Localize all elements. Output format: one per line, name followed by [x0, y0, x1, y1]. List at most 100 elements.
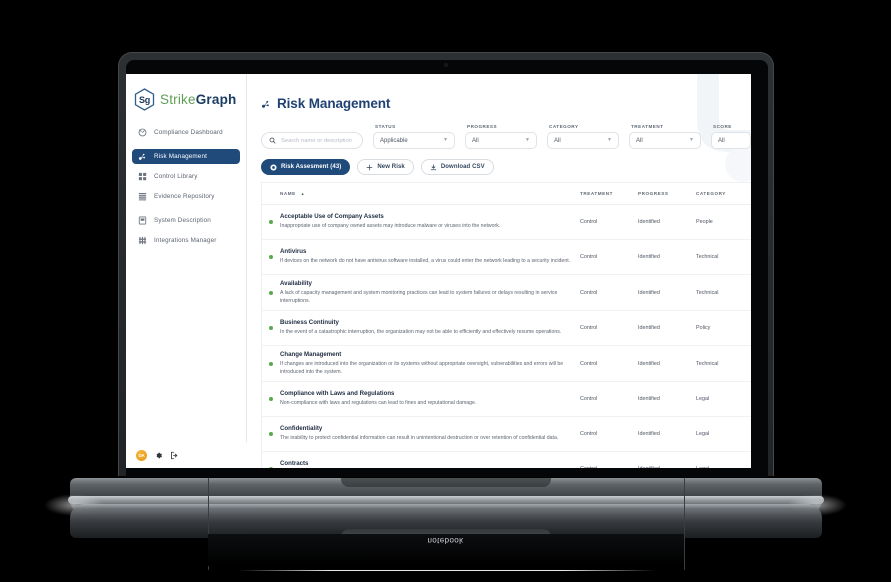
treatment-filter[interactable]: All ▼ [629, 132, 701, 149]
progress-cell: Identified [638, 219, 660, 225]
search-input[interactable]: Search name or description [261, 132, 363, 149]
status-cell [262, 326, 280, 331]
sidebar-item-integrations-manager[interactable]: Integrations Manager [132, 233, 240, 248]
name-cell: ContractsWithout a mechanism to centrali… [280, 460, 580, 468]
treatment-cell: Control [580, 254, 598, 260]
category-cell: Policy [696, 325, 711, 332]
treatment-cell: Control [580, 431, 598, 438]
treatment-column-header[interactable]: TREATMENT [580, 191, 638, 196]
column-label: NAME [280, 191, 296, 196]
screenshot-stage: Sg StrikeGraph Compliance Dashboard Risk… [0, 0, 891, 582]
risk-description: The inability to protect confidential in… [280, 435, 559, 442]
target-icon [270, 163, 277, 171]
name-cell: Availability A lack of capacity managemen… [280, 280, 580, 305]
risk-description: Non-compliance with laws and regulations… [280, 400, 477, 407]
sidebar-item-control-library[interactable]: Control Library [132, 169, 240, 184]
app-screen: Sg StrikeGraph Compliance Dashboard Risk… [126, 74, 751, 468]
filter-label: TREATMENT [631, 124, 664, 129]
status-dot-icon [269, 361, 273, 366]
filter-value: Applicable [380, 137, 408, 144]
risk-name: Confidentiality [280, 425, 323, 433]
avatar[interactable]: DA [136, 449, 147, 461]
filter-value: All [472, 137, 479, 144]
status-filter[interactable]: Applicable ▼ [373, 132, 455, 149]
risk-description: If changes are introduced into the organ… [280, 361, 564, 375]
category-column-header[interactable]: CATEGORY [696, 191, 751, 196]
status-dot-icon [269, 255, 273, 259]
category-cell: Technical [696, 289, 719, 296]
search-placeholder: Search name or description [281, 137, 352, 144]
status-dot-icon [269, 326, 273, 331]
page-title: Risk Management [247, 74, 751, 111]
brand-wordmark: StrikeGraph [160, 92, 236, 107]
status-dot-icon [269, 432, 273, 437]
score-filter[interactable]: All [711, 132, 751, 149]
filter-category: CATEGORY All ▼ [547, 124, 619, 149]
main-content: Risk Management Search name or descripti… [247, 74, 751, 468]
sidebar-nav: Compliance Dashboard Risk Management Con… [126, 125, 246, 248]
table-row[interactable]: ContractsWithout a mechanism to centrali… [262, 452, 751, 468]
search-icon [269, 137, 276, 144]
risk-name: Compliance with Laws and Regulations [280, 390, 395, 398]
status-dot-icon [269, 397, 273, 402]
action-buttons: Risk Assesment (43) New Risk Download CS… [247, 149, 751, 175]
status-cell [262, 220, 280, 224]
table-row[interactable]: Antivirus If devices on the network do no… [262, 240, 751, 275]
risk-name: Antivirus [280, 248, 307, 256]
table-row[interactable]: Business Continuity In the event of a cat… [262, 311, 751, 347]
laptop-base-edge [68, 496, 824, 504]
brand-name-strike: Strike [160, 92, 196, 107]
chevron-down-icon: ▼ [525, 137, 530, 143]
status-dot-icon [269, 220, 273, 224]
sidebar-group-main: Risk Management Control Library Evidence… [126, 149, 246, 204]
sidebar-label: Integrations Manager [154, 237, 217, 244]
name-column-header[interactable]: NAME ▲ [280, 191, 580, 196]
table-row[interactable]: Acceptable Use of Company Assets Inapprop… [262, 205, 751, 240]
filter-bar: Search name or description STATUS Applic… [247, 111, 751, 149]
table-row[interactable]: Compliance with Laws and Regulations Non-… [262, 382, 751, 418]
sidebar-label: Control Library [154, 173, 198, 180]
treatment-cell: Control [580, 289, 598, 296]
reflection-label: notebook [427, 536, 464, 545]
progress-cell: Identified [638, 254, 660, 260]
status-cell [262, 361, 280, 366]
progress-column-header[interactable]: PROGRESS [638, 191, 696, 196]
name-cell: Compliance with Laws and Regulations Non-… [280, 390, 580, 408]
download-icon [430, 163, 437, 170]
sidebar-item-compliance-dashboard[interactable]: Compliance Dashboard [132, 125, 240, 140]
page-title-text: Risk Management [277, 96, 391, 111]
sidebar-item-risk-management[interactable]: Risk Management [132, 149, 240, 164]
category-cell: Technical [696, 360, 719, 367]
filter-status: STATUS Applicable ▼ [373, 124, 455, 149]
table-row[interactable]: Confidentiality The inability to protect … [262, 417, 751, 453]
plus-icon [366, 164, 373, 170]
progress-cell: Identified [638, 431, 660, 438]
sidebar-item-evidence-repository[interactable]: Evidence Repository [132, 189, 240, 204]
progress-cell: Identified [638, 325, 660, 332]
sidebar-item-system-description[interactable]: System Description [132, 213, 240, 228]
sidebar-group-dashboard: Compliance Dashboard [126, 125, 246, 140]
filter-value: All [554, 137, 561, 144]
brand-logo[interactable]: Sg StrikeGraph [126, 74, 246, 111]
risk-description: A lack of capacity management and system… [280, 290, 558, 304]
category-filter[interactable]: All ▼ [547, 132, 619, 149]
new-risk-button[interactable]: New Risk [357, 159, 414, 175]
webcam-icon [444, 63, 448, 67]
table-row[interactable]: Availability A lack of capacity managemen… [262, 275, 751, 312]
risk-assessment-button[interactable]: Risk Assesment (43) [261, 159, 351, 175]
risk-name: Business Continuity [280, 319, 339, 327]
treatment-cell: Control [580, 466, 638, 468]
logout-icon[interactable] [170, 451, 179, 460]
status-dot-icon [269, 290, 273, 295]
risk-description: In the event of a catastrophic interrupt… [280, 329, 562, 336]
sidebar-label: Compliance Dashboard [154, 129, 223, 136]
table-header-row: NAME ▲ TREATMENT PROGRESS CATEGORY CONTR… [262, 183, 751, 205]
download-csv-button[interactable]: Download CSV [420, 159, 494, 175]
status-dot-icon [269, 467, 273, 468]
table-row[interactable]: Change Management If changes are introduc… [262, 346, 751, 383]
risk-assessment-label: Risk Assesment (43) [281, 164, 342, 170]
progress-filter[interactable]: All ▼ [465, 132, 537, 149]
gear-icon[interactable] [154, 451, 163, 460]
risk-nodes-icon [262, 100, 269, 108]
name-cell: Acceptable Use of Company Assets Inapprop… [280, 213, 580, 231]
